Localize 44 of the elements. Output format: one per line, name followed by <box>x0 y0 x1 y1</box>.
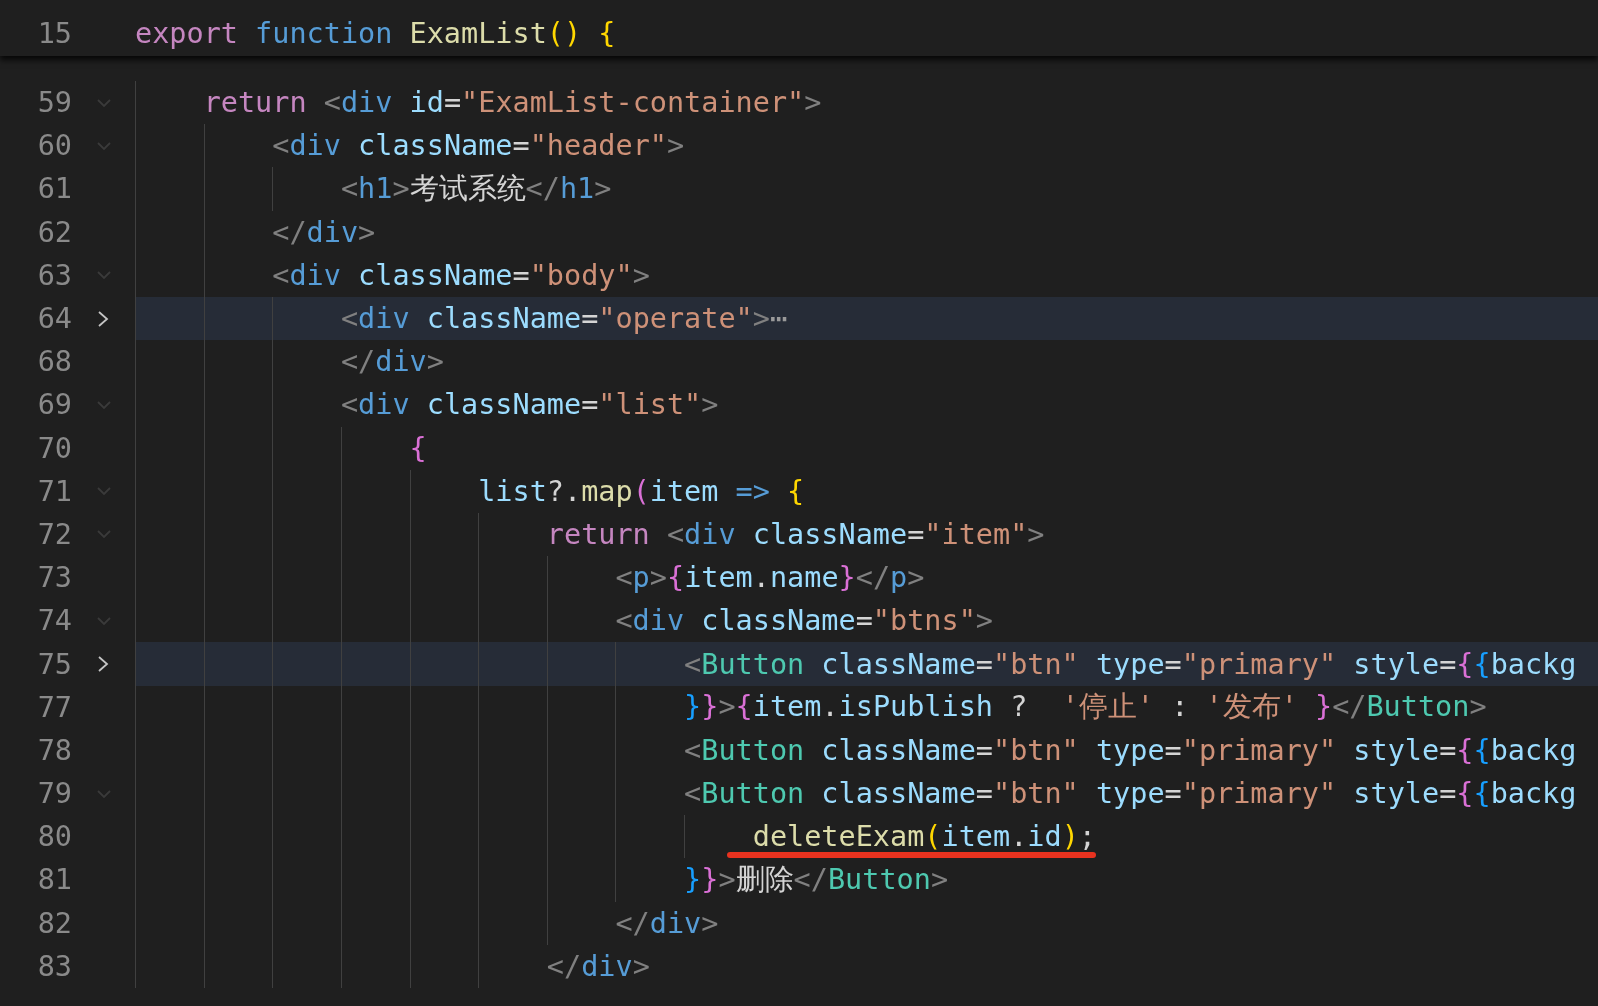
code-line: <h1>考试系统</h1> <box>339 170 612 207</box>
code-line: </div> <box>545 949 650 983</box>
line-number: 69 <box>37 388 72 422</box>
line-number: 61 <box>37 172 72 206</box>
code-line: <div className="header"> <box>271 129 685 163</box>
code-line: <Button className="btn" type="primary" style={{backg <box>683 647 1577 681</box>
code-line: <div className="btns"> <box>614 604 993 638</box>
code-line: <Button className="btn" type="primary" style={{backg <box>683 733 1577 767</box>
line-number: 71 <box>37 474 72 508</box>
line-number: 80 <box>37 820 72 854</box>
code-line: <div className="operate">⋯ <box>339 302 788 336</box>
code-line: { <box>408 431 427 465</box>
line-number: 78 <box>37 733 72 767</box>
code-line: <p>{item.name}</p> <box>614 561 925 595</box>
code-line: }}>删除</Button> <box>683 861 949 898</box>
line-number: 15 <box>37 17 72 51</box>
code-line: return <div id="ExamList-container"> <box>202 86 822 120</box>
code-line: <div className="list"> <box>339 388 719 422</box>
line-number: 64 <box>37 302 72 336</box>
code-line: <Button className="btn" type="primary" style={{backg <box>683 777 1577 811</box>
line-number: 72 <box>37 517 72 551</box>
line-number: 75 <box>37 647 72 681</box>
line-number: 73 <box>37 561 72 595</box>
line-number: 79 <box>37 777 72 811</box>
line-number: 77 <box>37 690 72 724</box>
code-line: </div> <box>271 215 376 249</box>
line-number: 62 <box>37 215 72 249</box>
line-number: 59 <box>37 86 72 120</box>
code-line: list?.map(item => { <box>477 474 805 508</box>
code-line: <div className="body"> <box>271 258 650 292</box>
code-line: export function ExamList() { <box>135 17 616 51</box>
line-number: 74 <box>37 604 72 638</box>
line-number: 60 <box>37 129 72 163</box>
line-number: 82 <box>37 906 72 940</box>
line-number: 63 <box>37 258 72 292</box>
line-number: 70 <box>37 431 72 465</box>
code-line: return <div className="item"> <box>545 517 1045 551</box>
code-line: }}>{item.isPublish ? '停止' : '发布' }</Button> <box>683 689 1487 726</box>
line-number: 83 <box>37 949 72 983</box>
code-line: </div> <box>339 345 444 379</box>
line-number: 68 <box>37 345 72 379</box>
code-line: </div> <box>614 906 719 940</box>
code-line: deleteExam(item.id); <box>751 820 1096 854</box>
line-number: 81 <box>37 863 72 897</box>
